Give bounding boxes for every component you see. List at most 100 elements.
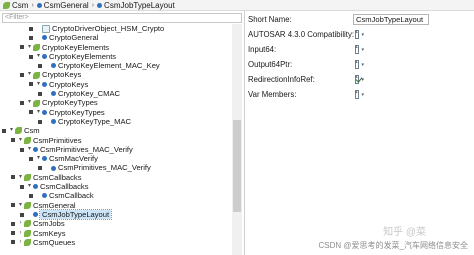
leaf-icon [24, 220, 31, 228]
breadcrumb-item-csm[interactable]: Csm [3, 1, 28, 10]
short-name-field[interactable]: CsmJobTypeLayout [353, 14, 429, 25]
property-label: Var Members: [248, 90, 297, 99]
tree-scrollbar[interactable] [232, 24, 242, 255]
tree-row[interactable]: ▾ CryptoKeys [0, 80, 232, 89]
leaf-icon [33, 43, 40, 51]
tree-row-label: CsmGeneral [33, 200, 76, 210]
tree-row[interactable]: ▾ CryptoKeyTypes [0, 98, 232, 107]
expand-twisty-icon[interactable]: ▾ [8, 126, 15, 135]
tree-row[interactable]: ▾ CsmPrimitives [0, 136, 232, 145]
pin-icon [29, 35, 33, 40]
tree-row[interactable]: ▾ Csm [0, 126, 232, 135]
leaf-icon [33, 99, 40, 107]
expand-twisty-icon[interactable]: › [17, 229, 24, 238]
tree-row-label: CryptoKey_CMAC [58, 89, 121, 99]
tree-row-label: CsmCallback [49, 191, 94, 201]
tree-row[interactable]: CryptoKey_CMAC [0, 89, 232, 98]
property-label: Output64Ptr: [248, 60, 293, 69]
tree-row-label: CryptoKeyElements [49, 51, 117, 61]
tree-row-label: CsmKeys [33, 228, 66, 238]
element-icon [51, 119, 56, 125]
dropdown-arrow-icon[interactable]: ▾ [361, 92, 364, 98]
tree-row[interactable]: ▾ CryptoKeys [0, 70, 232, 79]
property-checkbox[interactable]: ▾ [355, 60, 364, 69]
element-icon [33, 147, 38, 152]
pin-icon [29, 82, 33, 87]
filter-input[interactable]: <Filter> [2, 13, 242, 23]
expand-twisty-icon[interactable]: › [17, 238, 24, 247]
property-checkbox[interactable]: ▾ [355, 75, 364, 84]
element-icon [42, 109, 47, 115]
breadcrumb-label: CsmJobTypeLayout [104, 0, 175, 10]
tree-row-label: CsmPrimitives [33, 135, 82, 145]
tree-row[interactable]: CsmCallback [0, 191, 232, 200]
expand-twisty-icon[interactable]: ▾ [35, 52, 42, 61]
pin-icon [11, 203, 15, 208]
tree-row[interactable]: ▾ CryptoKeyElements [0, 52, 232, 61]
dropdown-arrow-icon[interactable]: ▾ [361, 32, 364, 38]
tree-row[interactable]: ▾ CryptoKeyElements [0, 43, 232, 52]
tree-row[interactable]: ▾ CryptoKeyTypes [0, 108, 232, 117]
tree-row[interactable]: › CsmJobs [0, 219, 232, 228]
leaf-icon [24, 136, 31, 144]
leaf-icon [15, 127, 22, 135]
tree-row[interactable]: ▾ CsmMacVerify [0, 154, 232, 163]
expand-twisty-icon[interactable]: ▾ [26, 182, 33, 191]
expand-twisty-icon[interactable]: › [17, 219, 24, 228]
property-checkbox[interactable]: ▾ [355, 90, 364, 99]
pin-icon [20, 101, 24, 106]
tree-row[interactable]: CryptoKeyElement_MAC_Key [0, 61, 232, 70]
tree-row[interactable]: CryptoGeneral [0, 33, 232, 42]
tree-row-label: CsmJobTypeLayout [38, 208, 113, 221]
expand-twisty-icon[interactable]: ▾ [17, 136, 24, 145]
breadcrumb-separator: › [91, 1, 95, 9]
element-icon [33, 184, 38, 190]
pin-icon [2, 128, 6, 133]
tree-row-label: CsmPrimitives_MAC_Verify [40, 144, 133, 154]
dropdown-arrow-icon[interactable]: ▾ [361, 62, 364, 68]
property-checkbox[interactable]: ▾ [355, 45, 364, 54]
tree-scrollbar-thumb[interactable] [233, 120, 241, 212]
element-icon [97, 2, 103, 8]
tree-row-label: CryptoKeys [42, 70, 82, 80]
tree-row[interactable]: CsmPrimitives_MAC_Verify [0, 163, 232, 172]
expand-twisty-icon[interactable]: ▾ [35, 108, 42, 117]
configuration-tree: CryptoDriverObject_HSM_Crypto CryptoGener… [0, 24, 232, 247]
tree-row-label: CsmCallbacks [33, 172, 82, 182]
watermark-text: CSDN @爱思考的发菜_汽车网络信息安全 [318, 241, 468, 250]
expand-twisty-icon[interactable]: ▾ [26, 70, 33, 79]
tree-row-label: CryptoDriverObject_HSM_Crypto [52, 24, 165, 33]
breadcrumb-item-csmgeneral[interactable]: CsmGeneral [36, 1, 89, 10]
tree-row[interactable]: CsmJobTypeLayout [0, 208, 232, 221]
expand-twisty-icon[interactable]: ▾ [17, 201, 24, 210]
pin-icon [11, 138, 15, 143]
tree-row[interactable]: CryptoKeyType_MAC [0, 117, 232, 126]
leaf-icon [24, 229, 31, 237]
tree-row-label: CryptoKeyType_MAC [58, 116, 132, 126]
leaf-icon [24, 201, 31, 209]
tree-row-label: CsmQueues [33, 237, 76, 247]
property-label: AUTOSAR 4.3.0 Compatibility: [248, 30, 355, 39]
expand-twisty-icon[interactable]: ▾ [26, 43, 33, 52]
expand-twisty-icon[interactable]: ▾ [26, 145, 33, 154]
tree-row[interactable]: › CsmQueues [0, 238, 232, 247]
expand-twisty-icon[interactable]: ▾ [26, 98, 33, 107]
tree-row[interactable]: › CsmKeys [0, 229, 232, 238]
expand-twisty-icon[interactable]: ▾ [35, 80, 42, 89]
tree-row[interactable]: ▾ CsmGeneral [0, 201, 232, 210]
breadcrumb-item-csmjobtypelayout[interactable]: CsmJobTypeLayout [97, 1, 175, 10]
tree-row[interactable]: ▾ CsmCallbacks [0, 173, 232, 182]
tree-row[interactable]: ▾ CsmCallbacks [0, 182, 232, 191]
expand-twisty-icon[interactable]: ▾ [17, 173, 24, 182]
element-icon [42, 193, 47, 199]
property-checkbox[interactable]: ▾ [355, 30, 364, 39]
pin-icon [29, 54, 33, 59]
dropdown-arrow-icon[interactable]: ▾ [361, 47, 364, 53]
leaf-icon [33, 71, 40, 79]
tree-row[interactable]: CryptoDriverObject_HSM_Crypto [0, 24, 232, 33]
expand-twisty-icon[interactable]: ▾ [35, 154, 42, 163]
pin-icon [11, 175, 15, 180]
tree-row[interactable]: ▾ CsmPrimitives_MAC_Verify [0, 145, 232, 154]
element-icon [51, 63, 56, 69]
tree-row-label: CryptoGeneral [49, 33, 99, 43]
